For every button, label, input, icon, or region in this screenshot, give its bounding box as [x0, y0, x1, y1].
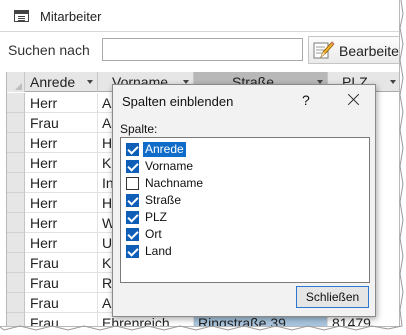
- column-list-item[interactable]: Anrede: [126, 141, 356, 158]
- table-cell[interactable]: Herr: [26, 193, 98, 213]
- table-cell[interactable]: Herr: [26, 133, 98, 153]
- chevron-down-icon[interactable]: [87, 80, 93, 84]
- checkbox-checked-icon[interactable]: [126, 194, 139, 207]
- title-bar: Mitarbeiter: [0, 0, 399, 32]
- search-input[interactable]: [102, 38, 303, 61]
- column-list-item[interactable]: Land: [126, 243, 356, 260]
- table-cell[interactable]: Herr: [26, 213, 98, 233]
- record-selector[interactable]: [7, 273, 25, 293]
- column-list-item-label: Nachname: [145, 176, 204, 190]
- checkbox-checked-icon[interactable]: [126, 245, 139, 258]
- table-cell[interactable]: Frau: [26, 293, 98, 313]
- dialog-title: Spalten einblenden: [122, 94, 234, 109]
- checkbox-checked-icon[interactable]: [126, 228, 139, 241]
- record-selector[interactable]: [7, 313, 25, 326]
- column-list-item-label: Anrede: [142, 141, 187, 158]
- column-list-item-label: Ort: [145, 227, 162, 241]
- show-columns-dialog: Spalten einblenden ? Spalte: Anrede Vorna…: [112, 84, 376, 317]
- checkbox-checked-icon[interactable]: [126, 211, 139, 224]
- column-list-item[interactable]: Vorname: [126, 158, 356, 175]
- checkbox-checked-icon[interactable]: [126, 160, 139, 173]
- table-cell[interactable]: Frau: [26, 313, 98, 326]
- column-list-item[interactable]: Ort: [126, 226, 356, 243]
- column-list-label: Spalte:: [120, 122, 158, 136]
- column-list-item-label: Straße: [145, 193, 182, 207]
- table-cell[interactable]: Herr: [26, 153, 98, 173]
- close-button[interactable]: Schließen: [296, 286, 369, 308]
- column-list-item[interactable]: PLZ: [126, 209, 356, 226]
- edit-button-label: Bearbeiten: [339, 43, 400, 59]
- column-list-item[interactable]: Straße: [126, 192, 356, 209]
- record-selector[interactable]: [7, 93, 25, 113]
- record-selector[interactable]: [7, 233, 25, 253]
- record-selector[interactable]: [7, 173, 25, 193]
- record-selector[interactable]: [7, 293, 25, 313]
- table-cell[interactable]: Herr: [26, 173, 98, 193]
- record-selector[interactable]: [7, 153, 25, 173]
- column-list-item-label: Vorname: [145, 159, 194, 173]
- record-selector[interactable]: [7, 113, 25, 133]
- edit-pencil-icon: [313, 41, 335, 59]
- checkbox-unchecked-icon[interactable]: [126, 177, 139, 190]
- column-list-item-label: PLZ: [145, 210, 168, 224]
- table-cell[interactable]: Herr: [26, 233, 98, 253]
- chevron-down-icon[interactable]: [390, 80, 396, 84]
- record-selector[interactable]: [7, 193, 25, 213]
- table-cell[interactable]: Frau: [26, 253, 98, 273]
- select-all-button[interactable]: [7, 72, 25, 92]
- window-title: Mitarbeiter: [40, 9, 102, 24]
- search-label: Suchen nach: [8, 42, 90, 58]
- column-list-item-label: Land: [145, 244, 172, 258]
- close-icon[interactable]: [344, 90, 364, 110]
- edit-button[interactable]: Bearbeiten: [308, 36, 400, 64]
- help-button[interactable]: ?: [302, 92, 310, 108]
- record-selector[interactable]: [7, 253, 25, 273]
- table-cell[interactable]: Frau: [26, 113, 98, 133]
- column-header-label: Anrede: [30, 74, 76, 90]
- column-header-anrede[interactable]: Anrede: [26, 72, 98, 92]
- table-cell[interactable]: Frau: [26, 273, 98, 293]
- record-selector[interactable]: [7, 213, 25, 233]
- column-list[interactable]: Anrede Vorname Nachname Straße PLZ Ort Land: [120, 137, 370, 283]
- checkbox-checked-icon[interactable]: [126, 143, 139, 156]
- search-bar: Suchen nach Bearbeiten: [0, 33, 400, 67]
- column-list-item[interactable]: Nachname: [126, 175, 356, 192]
- record-selector[interactable]: [7, 133, 25, 153]
- form-icon: [14, 10, 29, 22]
- table-cell[interactable]: Herr: [26, 93, 98, 113]
